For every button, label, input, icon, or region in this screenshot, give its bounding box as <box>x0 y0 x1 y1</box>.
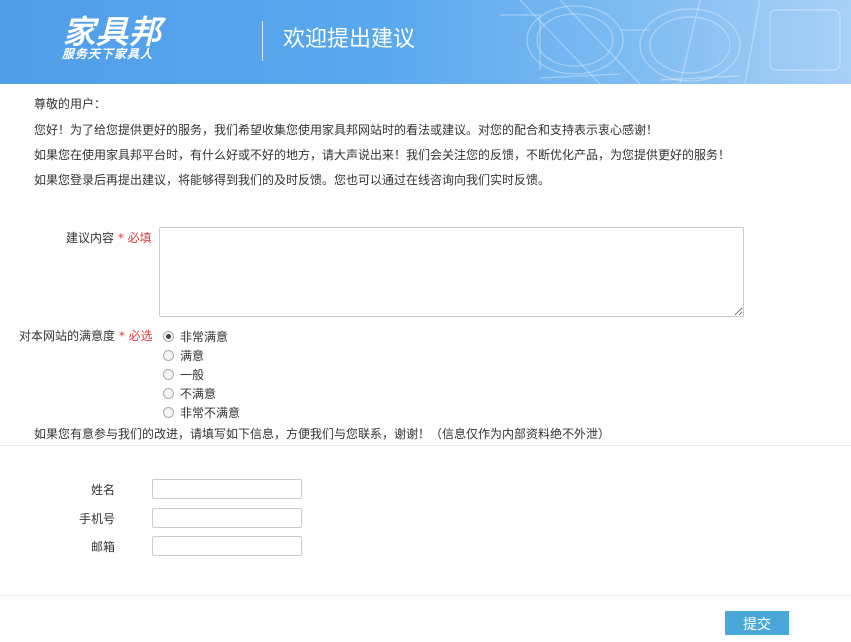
name-input[interactable] <box>152 479 302 499</box>
footer-divider <box>0 595 851 596</box>
satisfaction-label: 对本网站的满意度 * 必选 <box>19 328 153 344</box>
suggestion-label-text: 建议内容 <box>66 231 115 245</box>
radio-button[interactable] <box>163 368 174 380</box>
phone-label: 手机号 <box>79 512 116 526</box>
satisfaction-option-very-satisfied[interactable]: 非常满意 <box>163 327 228 345</box>
radio-label: 非常满意 <box>180 329 229 344</box>
contact-note: 如果您有意参与我们的改进，请填写如下信息，方便我们与您联系，谢谢！（信息仅作为内… <box>34 427 611 441</box>
required-marker: * 必填 <box>117 231 152 245</box>
email-input[interactable] <box>152 536 302 556</box>
page-title: 欢迎提出建议 <box>283 27 416 52</box>
submit-button[interactable]: 提交 <box>725 611 789 635</box>
name-label: 姓名 <box>91 483 116 497</box>
header-divider <box>262 21 263 61</box>
intro-line: 如果您在使用家具邦平台时，有什么好或不好的地方，请大声说出来！我们会关注您的反馈… <box>34 148 731 162</box>
site-logo[interactable]: 家具邦 <box>63 14 162 50</box>
site-slogan: 服务天下家具人 <box>62 47 154 61</box>
satisfaction-option-satisfied[interactable]: 满意 <box>163 346 204 364</box>
satisfaction-option-neutral[interactable]: 一般 <box>163 365 204 383</box>
section-divider <box>0 445 851 446</box>
email-label: 邮箱 <box>91 540 116 554</box>
phone-input[interactable] <box>152 508 302 528</box>
radio-label: 一般 <box>180 367 205 382</box>
suggestion-label: 建议内容 * 必填 <box>66 230 152 246</box>
radio-label: 满意 <box>180 348 205 363</box>
satisfaction-option-unsatisfied[interactable]: 不满意 <box>163 384 216 402</box>
radio-label: 非常不满意 <box>180 405 241 420</box>
satisfaction-option-very-unsatisfied[interactable]: 非常不满意 <box>163 403 240 421</box>
radio-button[interactable] <box>163 406 174 418</box>
radio-button[interactable] <box>163 330 174 342</box>
header-banner: 家具邦 服务天下家具人 欢迎提出建议 <box>0 0 851 84</box>
satisfaction-label-text: 对本网站的满意度 <box>19 329 116 343</box>
greeting: 尊敬的用户： <box>34 97 107 111</box>
suggestion-textarea[interactable] <box>159 227 744 317</box>
radio-label: 不满意 <box>180 386 217 401</box>
required-marker: * 必选 <box>118 329 153 343</box>
intro-line: 您好！为了给您提供更好的服务，我们希望收集您使用家具邦网站时的看法或建议。对您的… <box>34 123 659 137</box>
radio-button[interactable] <box>163 349 174 361</box>
intro-line: 如果您登录后再提出建议，将能够得到我们的及时反馈。您也可以通过在线咨询向我们实时… <box>34 173 551 187</box>
radio-button[interactable] <box>163 387 174 399</box>
